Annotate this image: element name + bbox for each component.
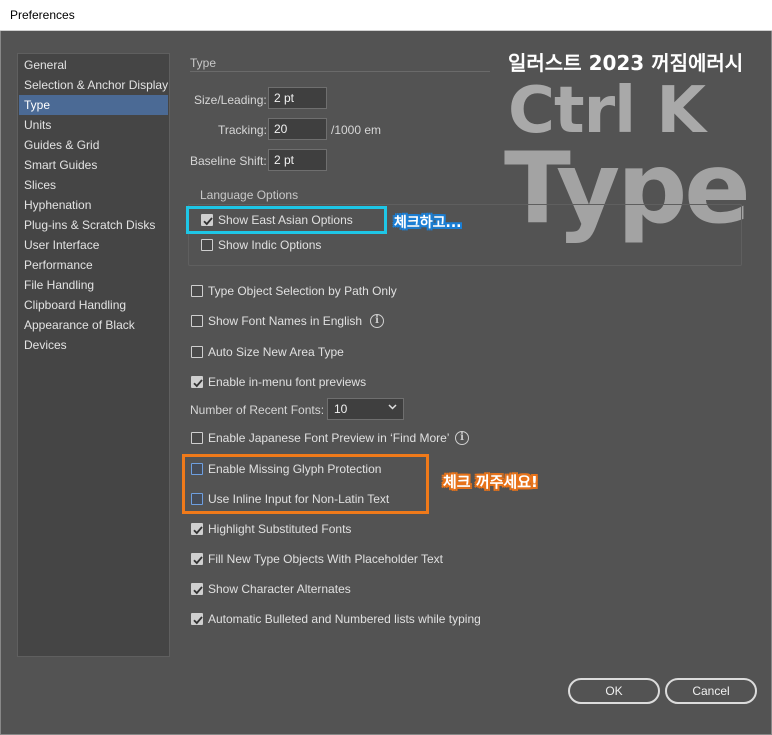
baseline-shift-field[interactable]: 2 pt [268, 149, 327, 171]
chevron-down-icon [388, 404, 397, 410]
show-indic-label[interactable]: Show Indic Options [218, 238, 321, 252]
highlight-substituted-label[interactable]: Highlight Substituted Fonts [208, 522, 351, 536]
window-title: Preferences [10, 8, 75, 22]
enable-font-previews-label[interactable]: Enable in-menu font previews [208, 375, 366, 389]
missing-glyph-label[interactable]: Enable Missing Glyph Protection [208, 462, 381, 476]
note-uncheck: 체크 꺼주세요! [443, 473, 538, 491]
show-indic-checkbox[interactable] [201, 239, 213, 251]
auto-size-area-type-checkbox[interactable] [191, 346, 203, 358]
japanese-font-preview-checkbox[interactable] [191, 432, 203, 444]
fill-placeholder-checkbox[interactable] [191, 553, 203, 565]
show-font-names-english-checkbox[interactable] [191, 315, 203, 327]
recent-fonts-label: Number of Recent Fonts: [190, 403, 325, 417]
inline-input-checkbox[interactable] [191, 493, 203, 505]
title-bar: Preferences [0, 0, 772, 31]
recent-fonts-value: 10 [334, 402, 348, 416]
auto-size-area-type-label[interactable]: Auto Size New Area Type [208, 345, 344, 359]
show-char-alternates-label[interactable]: Show Character Alternates [208, 582, 351, 596]
auto-bullets-label[interactable]: Automatic Bulleted and Numbered lists wh… [208, 612, 481, 626]
auto-bullets-checkbox[interactable] [191, 613, 203, 625]
japanese-font-preview-label[interactable]: Enable Japanese Font Preview in ‘Find Mo… [208, 431, 449, 445]
cancel-button[interactable]: Cancel [665, 678, 757, 704]
dialog-body: General Selection & Anchor Display Type … [0, 31, 772, 735]
language-options-title: Language Options [200, 188, 299, 202]
check-icon [193, 616, 203, 625]
check-icon [193, 379, 203, 388]
note-check: 체크하고... [394, 215, 462, 231]
info-icon[interactable]: i [370, 314, 384, 328]
missing-glyph-checkbox[interactable] [191, 463, 203, 475]
tracking-label: Tracking: [218, 123, 267, 137]
size-leading-label: Size/Leading: [194, 93, 267, 107]
enable-font-previews-checkbox[interactable] [191, 376, 203, 388]
baseline-shift-label: Baseline Shift: [190, 154, 267, 168]
highlight-substituted-checkbox[interactable] [191, 523, 203, 535]
size-leading-field[interactable]: 2 pt [268, 87, 327, 109]
type-object-selection-label[interactable]: Type Object Selection by Path Only [208, 284, 397, 298]
section-title-type: Type [190, 56, 217, 70]
show-font-names-english-label[interactable]: Show Font Names in English [208, 314, 362, 328]
recent-fonts-dropdown[interactable]: 10 [327, 398, 404, 420]
tracking-field[interactable]: 20 [268, 118, 327, 140]
overlay-header: 일러스트 2023 꺼짐에러시 [508, 51, 744, 75]
fill-placeholder-label[interactable]: Fill New Type Objects With Placeholder T… [208, 552, 443, 566]
check-icon [193, 526, 203, 535]
tracking-unit: /1000 em [331, 123, 382, 137]
inline-input-label[interactable]: Use Inline Input for Non-Latin Text [208, 492, 389, 506]
section-divider [190, 71, 490, 72]
show-char-alternates-checkbox[interactable] [191, 583, 203, 595]
info-icon[interactable]: i [455, 431, 469, 445]
ok-button[interactable]: OK [568, 678, 660, 704]
type-object-selection-checkbox[interactable] [191, 285, 203, 297]
highlight-east-asian [186, 206, 387, 234]
preferences-content: 일러스트 2023 꺼짐에러시 Ctrl K Type Type Size/Le… [1, 31, 772, 735]
check-icon [193, 586, 203, 595]
check-icon [193, 556, 203, 565]
